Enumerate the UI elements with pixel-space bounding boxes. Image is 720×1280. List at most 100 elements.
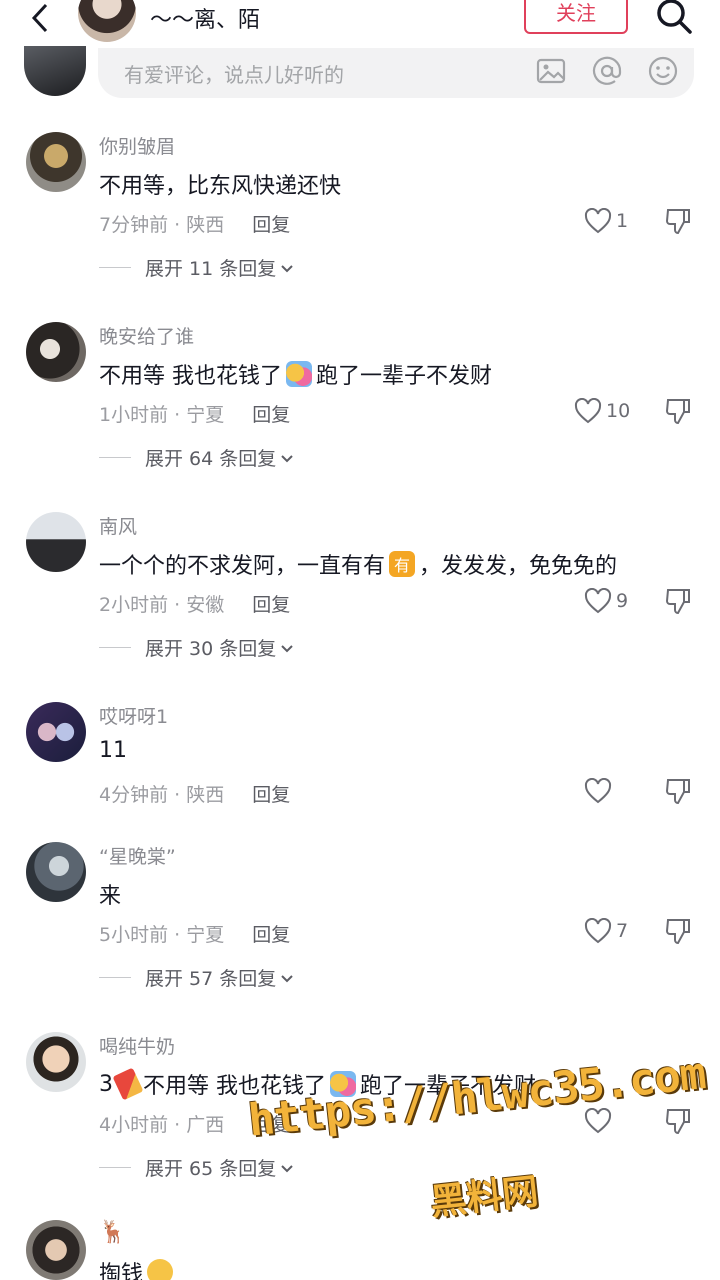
like-count: 9: [616, 590, 629, 612]
comment-text-content: 跑了一辈子不发财: [316, 364, 493, 389]
like-button[interactable]: 1: [584, 206, 628, 236]
search-icon[interactable]: [654, 0, 694, 36]
dislike-icon[interactable]: [664, 916, 692, 946]
watermark-label: 黑料网: [428, 1171, 541, 1224]
comment-text: 不用等 我也花钱了 跑了一辈子不发财: [99, 358, 492, 390]
expand-replies[interactable]: 展开 64 条回复: [99, 444, 294, 471]
expand-replies-label: 展开 11 条回复: [145, 258, 277, 280]
comment-time-location: 5小时前 · 宁夏: [99, 924, 225, 946]
image-icon[interactable]: [534, 54, 568, 88]
comment-text-content: ，发发发，免免免的: [419, 554, 618, 579]
comment-username[interactable]: 哎呀呀1: [99, 702, 168, 729]
comment-text: 一个个的不求发阿，一直有有 有 ，发发发，免免免的: [99, 548, 617, 580]
dislike-icon[interactable]: [664, 396, 692, 426]
reply-button[interactable]: 回复: [252, 210, 290, 237]
like-button[interactable]: [584, 776, 616, 806]
heart-icon: [584, 1108, 612, 1134]
expand-replies[interactable]: 展开 30 条回复: [99, 634, 294, 661]
watermark-url: https://hlwc35.com: [246, 1048, 708, 1147]
expand-replies-label: 展开 30 条回复: [145, 638, 277, 660]
back-icon[interactable]: [22, 0, 58, 36]
avatar[interactable]: [26, 1220, 86, 1280]
like-button[interactable]: 9: [584, 586, 628, 616]
reply-button[interactable]: 回复: [252, 920, 290, 947]
thumbs-up-emoji-icon: [147, 1259, 174, 1280]
comment-text-content: 11: [99, 738, 127, 763]
comment-meta: 4分钟前 · 陕西 回复: [99, 780, 290, 807]
reply-button[interactable]: 回复: [252, 590, 290, 617]
comment-meta: 5小时前 · 宁夏 回复: [99, 920, 290, 947]
dislike-icon[interactable]: [664, 206, 692, 236]
author-name[interactable]: ～～离、陌: [150, 2, 260, 34]
dislike-icon[interactable]: [664, 776, 692, 806]
comment-time-location: 7分钟前 · 陕西: [99, 214, 225, 236]
comment-username[interactable]: 晚安给了谁: [99, 322, 194, 349]
divider: [99, 457, 131, 458]
avatar[interactable]: [26, 322, 86, 382]
chevron-down-icon: [280, 257, 294, 279]
avatar[interactable]: [26, 132, 86, 192]
comment-time-location: 4分钟前 · 陕西: [99, 784, 225, 806]
hug-emoji-icon: [286, 361, 312, 387]
comment-username[interactable]: 🦌: [99, 1220, 126, 1245]
heart-icon: [574, 398, 602, 424]
emoji-icon[interactable]: [646, 54, 680, 88]
avatar[interactable]: [26, 512, 86, 572]
like-button[interactable]: 10: [574, 396, 630, 426]
expand-replies-label: 展开 57 条回复: [145, 968, 277, 990]
comment-input-row: 有爱评论，说点儿好听的: [0, 46, 720, 110]
comment-text-content: 来: [99, 884, 122, 909]
like-count: 1: [616, 210, 629, 232]
expand-replies-label: 展开 64 条回复: [145, 448, 277, 470]
expand-replies[interactable]: 展开 65 条回复: [99, 1154, 294, 1181]
comment-text-content: 不用等，比东风快递还快: [99, 174, 342, 199]
comment-time-location: 2小时前 · 安徽: [99, 594, 225, 616]
chevron-down-icon: [280, 637, 294, 659]
comment-username[interactable]: 你别皱眉: [99, 132, 175, 159]
expand-replies[interactable]: 展开 57 条回复: [99, 964, 294, 991]
comment-text-content: 一个个的不求发阿，一直有有: [99, 554, 386, 579]
comment-username[interactable]: “星晚棠”: [99, 842, 176, 869]
heart-icon: [584, 918, 612, 944]
divider: [99, 1167, 131, 1168]
like-button[interactable]: 7: [584, 916, 628, 946]
dislike-icon[interactable]: [664, 586, 692, 616]
my-avatar: [24, 46, 86, 96]
firecracker-emoji-icon: [112, 1067, 144, 1101]
comment-text: 11: [99, 738, 127, 763]
follow-button[interactable]: 关注: [524, 0, 628, 34]
comment-text-content: 掏钱: [99, 1262, 144, 1280]
comment-username[interactable]: 喝纯牛奶: [99, 1032, 175, 1059]
avatar[interactable]: [26, 702, 86, 762]
comment-meta: 2小时前 · 安徽 回复: [99, 590, 290, 617]
divider: [99, 267, 131, 268]
expand-replies-label: 展开 65 条回复: [145, 1158, 277, 1180]
top-bar: ～～离、陌 关注: [0, 0, 720, 48]
comment-text-content: 3: [99, 1071, 113, 1097]
like-count: 10: [606, 400, 631, 422]
avatar[interactable]: [26, 842, 86, 902]
dislike-icon[interactable]: [664, 1106, 692, 1136]
comment-input-placeholder: 有爱评论，说点儿好听的: [124, 62, 344, 87]
chevron-down-icon: [280, 1157, 294, 1179]
you-emoji-icon: 有: [389, 551, 416, 577]
comment-text: 来: [99, 878, 121, 910]
reply-button[interactable]: 回复: [252, 400, 290, 427]
comment-time-location: 4小时前 · 广西: [99, 1114, 225, 1136]
comment-time-location: 1小时前 · 宁夏: [99, 404, 225, 426]
divider: [99, 647, 131, 648]
mention-icon[interactable]: [590, 54, 624, 88]
heart-icon: [584, 208, 612, 234]
comment-meta: 7分钟前 · 陕西 回复: [99, 210, 290, 237]
comment-username[interactable]: 南风: [99, 512, 137, 539]
author-avatar[interactable]: [78, 0, 136, 42]
avatar[interactable]: [26, 1032, 86, 1092]
expand-replies[interactable]: 展开 11 条回复: [99, 254, 294, 281]
chevron-down-icon: [280, 447, 294, 469]
divider: [99, 977, 131, 978]
heart-icon: [584, 588, 612, 614]
comment-text: 不用等，比东风快递还快: [99, 168, 341, 200]
like-count: 7: [616, 920, 629, 942]
reply-button[interactable]: 回复: [252, 780, 290, 807]
comment-text: 掏钱: [99, 1256, 177, 1280]
